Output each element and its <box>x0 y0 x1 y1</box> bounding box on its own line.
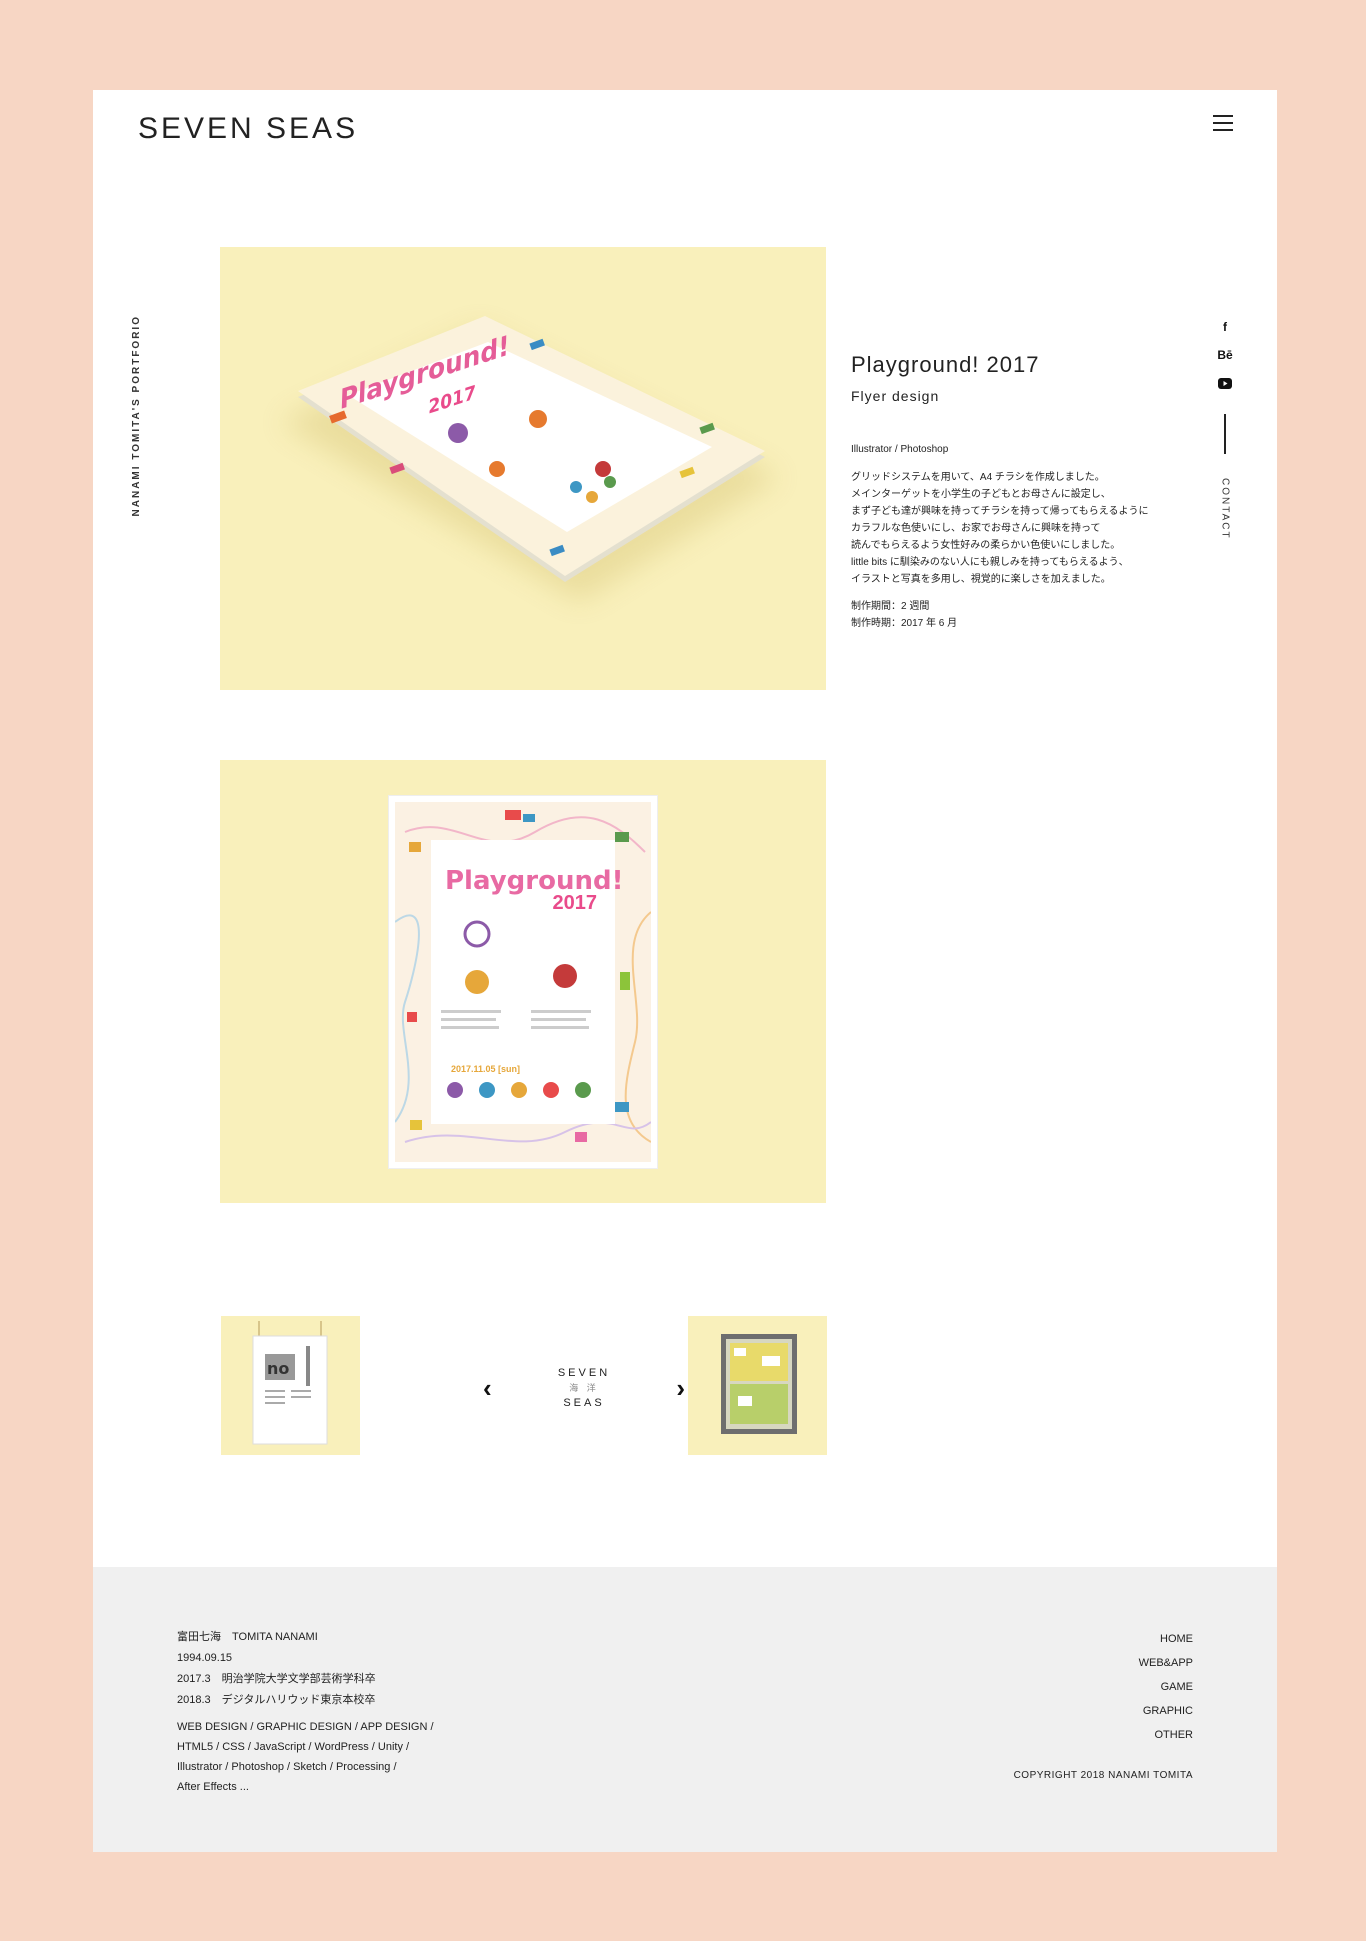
description-line: グリッドシステムを用いて、A4 チラシを作成しました。 <box>851 472 1105 483</box>
mini-logo[interactable]: SEVEN 海 洋 SEAS <box>558 1366 610 1411</box>
hamburger-menu-icon[interactable] <box>1213 115 1233 131</box>
description-line: メインターゲットを小学生の子どもとお母さんに設定し、 <box>851 489 1111 500</box>
contact-link[interactable]: CONTACT <box>1220 478 1231 540</box>
behance-icon[interactable]: Bē <box>1217 348 1232 362</box>
flyer-artwork: Playground! 2017 2017.11.05 [sun] <box>389 795 657 1168</box>
flyer-center-panel: Playground! 2017 2017.11.05 [sun] <box>431 839 623 1124</box>
description-line: カラフルな色使いにし、お家でお母さんに興味を持って <box>851 523 1101 534</box>
work-info: Playground! 2017 Flyer design Illustrato… <box>851 352 1171 632</box>
footer: 富田七海 TOMITA NANAMI 1994.09.15 2017.3 明治学… <box>93 1567 1277 1852</box>
description-line: 読んでもらえるよう女性好みの柔らかい色使いにしました。 <box>851 540 1121 551</box>
page-frame: SEVEN SEAS NANAMI TOMITA'S PORTFORIO f B… <box>93 90 1277 1852</box>
description-line: まず子ども達が興味を持ってチラシを持って帰ってもらえるように <box>851 506 1149 517</box>
footer-nav: HOME WEB&APP GAME GRAPHIC OTHER <box>1139 1627 1193 1747</box>
footer-link-graphic[interactable]: GRAPHIC <box>1139 1699 1193 1723</box>
footer-edu-2: 2018.3 デジタルハリウッド東京本校卒 <box>177 1694 376 1706</box>
description-line: little bits に馴染みのない人にも親しみを持ってもらえるよう、 <box>851 557 1129 568</box>
prev-work-thumbnail[interactable]: no <box>221 1316 360 1455</box>
skill-line: After Effects ... <box>177 1781 249 1793</box>
work-main-image: Playground! 2017 <box>220 247 826 690</box>
svg-text:no: no <box>267 1359 289 1378</box>
work-title: Playground! 2017 <box>851 352 1040 377</box>
mini-logo-mid: 海 洋 <box>569 1382 599 1393</box>
flyer-mockup-illustration: Playground! 2017 <box>280 316 780 602</box>
work-detail-image: Playground! 2017 2017.11.05 [sun] <box>220 760 826 1203</box>
work-tools: Illustrator / Photoshop <box>851 444 949 455</box>
footer-profile: 富田七海 TOMITA NANAMI 1994.09.15 2017.3 明治学… <box>177 1627 434 1797</box>
footer-link-other[interactable]: OTHER <box>1139 1723 1194 1747</box>
vertical-portfolio-label: NANAMI TOMITA'S PORTFORIO <box>131 315 142 517</box>
youtube-icon[interactable] <box>1218 376 1232 390</box>
flyer-year: 2017 <box>552 891 598 914</box>
footer-birth: 1994.09.15 <box>177 1652 233 1664</box>
prev-arrow-icon[interactable]: ‹ <box>473 1373 502 1404</box>
footer-link-webapp[interactable]: WEB&APP <box>1139 1651 1193 1675</box>
work-date: 制作時期：2017 年 6 月 <box>851 618 958 629</box>
work-meta: 制作期間：2 週間 制作時期：2017 年 6 月 <box>851 598 1171 632</box>
pager: ‹ SEVEN 海 洋 SEAS › <box>473 1338 695 1438</box>
site-logo[interactable]: SEVEN SEAS <box>138 112 358 146</box>
work-subtitle: Flyer design <box>851 388 940 404</box>
mini-logo-bottom: SEAS <box>563 1396 605 1409</box>
facebook-icon[interactable]: f <box>1218 320 1232 334</box>
description-line: イラストと写真を多用し、視覚的に楽しさを加えました。 <box>851 574 1111 585</box>
footer-link-game[interactable]: GAME <box>1139 1675 1193 1699</box>
copyright: COPYRIGHT 2018 NANAMI TOMITA <box>1013 1770 1193 1781</box>
social-links: f Bē CONTACT <box>1217 320 1232 540</box>
work-description: グリッドシステムを用いて、A4 チラシを作成しました。 メインターゲットを小学生… <box>851 469 1171 588</box>
skill-line: WEB DESIGN / GRAPHIC DESIGN / APP DESIGN… <box>177 1721 434 1733</box>
footer-edu-1: 2017.3 明治学院大学文学部芸術学科卒 <box>177 1673 376 1685</box>
next-work-thumbnail[interactable] <box>688 1316 827 1455</box>
work-period: 制作期間：2 週間 <box>851 601 930 612</box>
footer-skills: WEB DESIGN / GRAPHIC DESIGN / APP DESIGN… <box>177 1717 434 1797</box>
footer-link-home[interactable]: HOME <box>1139 1627 1193 1651</box>
flyer-event-date: 2017.11.05 [sun] <box>451 1063 521 1074</box>
contact-divider-line <box>1224 414 1226 454</box>
mini-logo-top: SEVEN <box>557 1366 611 1379</box>
footer-name: 富田七海 TOMITA NANAMI <box>177 1631 318 1643</box>
skill-line: HTML5 / CSS / JavaScript / WordPress / U… <box>177 1741 410 1753</box>
skill-line: Illustrator / Photoshop / Sketch / Proce… <box>177 1761 397 1773</box>
